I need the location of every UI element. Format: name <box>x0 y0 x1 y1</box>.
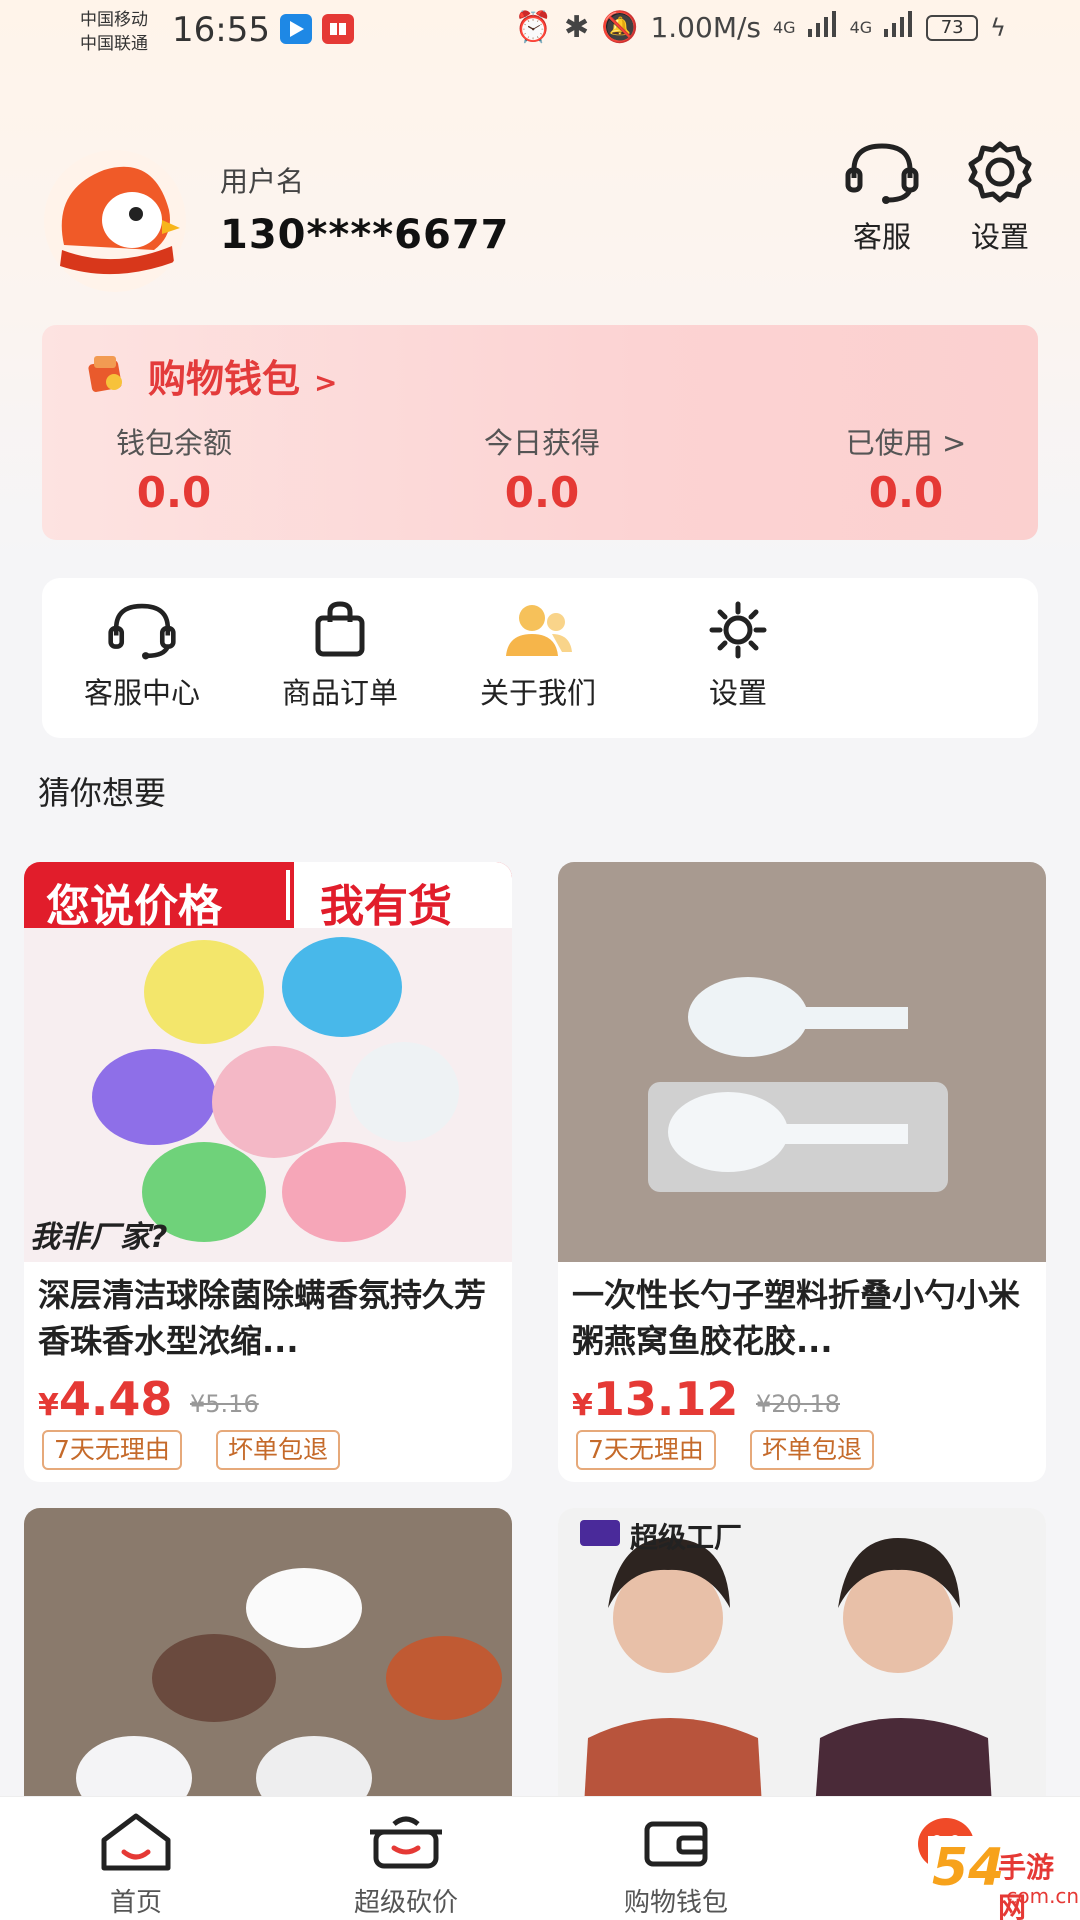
price-value: 13.12 <box>592 1372 739 1426</box>
wallet-used-value: 0.0 <box>868 468 944 517</box>
gear-icon <box>965 141 1035 208</box>
product-card[interactable]: 您说价格 我有货 我非厂家? 深层清洁球除菌除螨香氛持久芳香珠香水型浓缩... … <box>24 862 512 1482</box>
watermark-site: 手游网 <box>998 1851 1055 1920</box>
product-tag: 坏单包退 <box>216 1430 341 1470</box>
product-price: ¥13.12 <box>572 1372 738 1426</box>
settings-label: 设置 <box>970 220 1029 254</box>
shopping-bag-icon <box>240 600 440 660</box>
original-price: ¥5.16 <box>190 1390 259 1418</box>
wallet-today-value: 0.0 <box>504 468 580 517</box>
signal-1-icon <box>807 10 838 45</box>
product-image: 您说价格 我有货 我非厂家? <box>24 862 512 1262</box>
home-icon <box>98 1813 174 1876</box>
banner-right-text: 我有货 <box>320 881 452 932</box>
product-title: 一次性长勺子塑料折叠小勺小米粥燕窝鱼胶花胶... <box>572 1276 1021 1360</box>
menu-item-orders[interactable]: 商品订单 <box>240 600 440 712</box>
carrier-info: 中国移动 中国联通 <box>80 8 148 56</box>
menu-label: 设置 <box>708 676 767 710</box>
signal-2-label: 4G <box>849 18 873 37</box>
battery-level: 73 <box>926 14 979 41</box>
menu-item-settings[interactable]: 设置 <box>638 600 838 712</box>
status-icons: ⏰ ✱ 🔕 1.00M/s 4G 4G 73 ϟ <box>515 10 1006 45</box>
carrier-1: 中国移动 <box>80 10 148 30</box>
status-bar: 中国移动 中国联通 16:55 ⏰ ✱ 🔕 1.00M/s 4G 4G 73 ϟ <box>0 0 1080 64</box>
gear-icon <box>638 600 838 660</box>
nav-item-home[interactable]: 首页 <box>36 1812 236 1919</box>
diamond-icon <box>580 1520 620 1546</box>
nav-label: 购物钱包 <box>623 1888 728 1918</box>
menu-item-customer-center[interactable]: 客服中心 <box>42 600 242 712</box>
headset-icon <box>42 600 242 660</box>
original-price: ¥20.18 <box>756 1390 840 1418</box>
nav-item-wallet[interactable]: 购物钱包 <box>576 1812 776 1919</box>
book-app-icon <box>322 14 354 44</box>
alarm-icon: ⏰ <box>514 10 552 45</box>
image-caption: 我非厂家? <box>30 1220 168 1255</box>
menu-label: 关于我们 <box>479 676 596 710</box>
clock: 16:55 <box>172 10 270 50</box>
wallet-balance-label: 钱包余额 <box>115 426 232 460</box>
nav-label: 超级砍价 <box>353 1888 458 1918</box>
people-icon <box>438 600 638 660</box>
headset-icon <box>844 143 920 208</box>
wallet-icon <box>641 1821 711 1876</box>
wallet-today-label: 今日获得 <box>483 426 600 460</box>
product-image <box>558 862 1046 1262</box>
wallet-today: 今日获得 0.0 <box>462 420 622 517</box>
customer-service-label: 客服 <box>852 220 911 254</box>
bluetooth-icon: ✱ <box>563 10 590 45</box>
wallet-title-text: 购物钱包 <box>148 357 301 401</box>
product-title: 深层清洁球除菌除螨香氛持久芳香珠香水型浓缩... <box>38 1276 487 1360</box>
charging-icon: ϟ <box>990 13 1006 42</box>
nav-item-bargain[interactable]: 超级砍价 <box>306 1812 506 1919</box>
settings-button[interactable]: 设置 <box>950 140 1050 256</box>
section-title: 猜你想要 <box>38 774 167 812</box>
product-tag: 7天无理由 <box>42 1430 182 1470</box>
wallet-badge-icon <box>84 352 128 396</box>
menu-label: 商品订单 <box>281 676 398 710</box>
banner-left-text: 您说价格 <box>46 881 222 932</box>
mute-icon: 🔕 <box>601 10 639 45</box>
watermark-logo: 54 手游网 .com.cn <box>928 1836 1080 1920</box>
carrier-2: 中国联通 <box>80 34 148 54</box>
wallet-title-arrow: > <box>314 366 338 399</box>
signal-1-label: 4G <box>773 18 796 37</box>
username-label: 用户名 <box>220 165 305 198</box>
price-currency: ¥ <box>572 1388 593 1423</box>
price-value: 4.48 <box>58 1372 173 1426</box>
user-phone: 130****6677 <box>220 212 510 258</box>
video-app-icon <box>280 14 312 44</box>
signal-2-icon <box>884 10 914 45</box>
menu-item-about-us[interactable]: 关于我们 <box>438 600 638 712</box>
product-tag: 7天无理由 <box>576 1430 716 1470</box>
product-price: ¥4.48 <box>38 1372 172 1426</box>
product-card[interactable]: 一次性长勺子塑料折叠小勺小米粥燕窝鱼胶花胶... ¥13.12 ¥20.18 7… <box>558 862 1046 1482</box>
wallet-balance-value: 0.0 <box>136 468 212 517</box>
menu-label: 客服中心 <box>83 676 200 710</box>
wallet-used-label: 已使用 > <box>845 426 967 460</box>
wallet-balance: 钱包余额 0.0 <box>94 420 254 517</box>
net-speed: 1.00M/s <box>650 11 761 44</box>
watermark-digits: 54 <box>932 1838 1005 1898</box>
wallet-used[interactable]: 已使用 > 0.0 <box>826 420 986 517</box>
customer-service-button[interactable]: 客服 <box>832 140 932 256</box>
watermark-domain: .com.cn <box>1000 1884 1080 1908</box>
brand-label: 超级工厂 <box>630 1521 743 1554</box>
nav-label: 首页 <box>109 1888 162 1918</box>
product-tag: 坏单包退 <box>750 1430 875 1470</box>
avatar[interactable] <box>44 150 186 292</box>
pot-icon <box>366 1816 446 1876</box>
price-currency: ¥ <box>38 1388 59 1423</box>
wallet-title[interactable]: 购物钱包 > <box>148 348 337 403</box>
